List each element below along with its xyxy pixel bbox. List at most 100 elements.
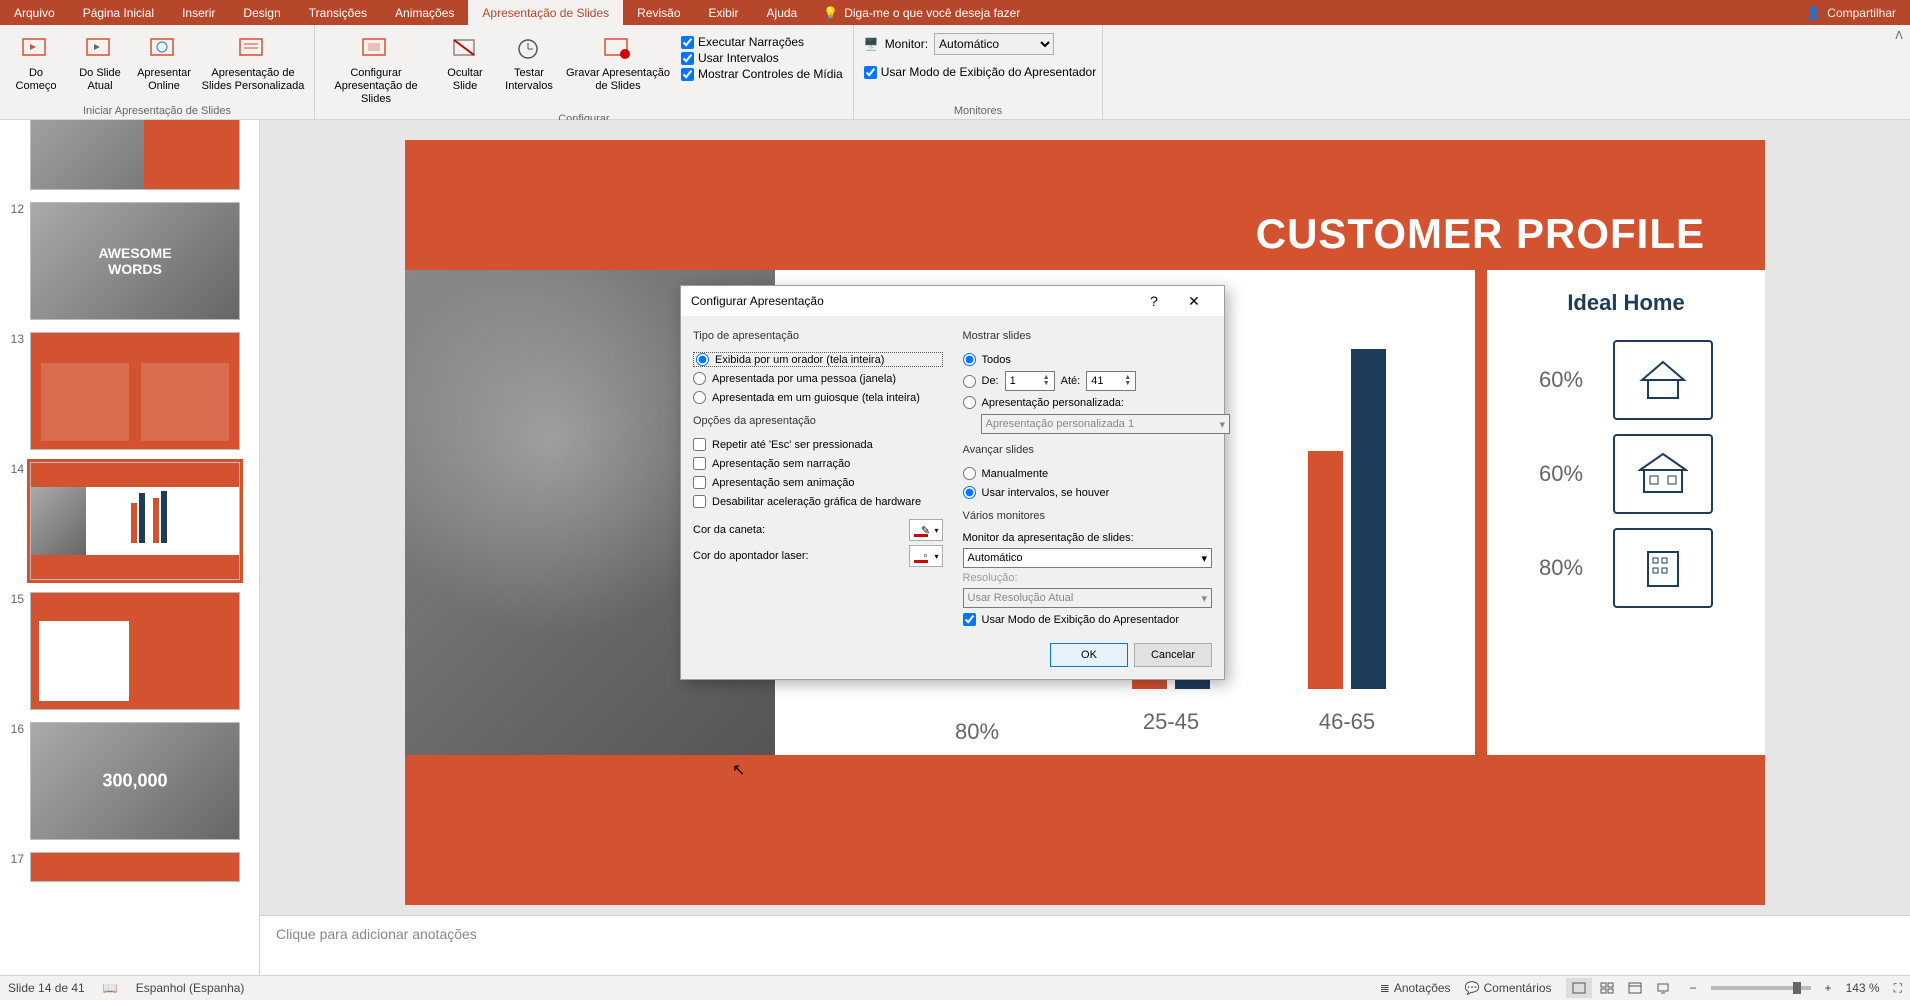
share-button[interactable]: 👤 Compartilhar: [1792, 6, 1910, 20]
comments-button[interactable]: 💬Comentários: [1465, 981, 1552, 995]
thumbnail[interactable]: AWESOME WORDS: [30, 202, 240, 320]
setup-slideshow-button[interactable]: Configurar Apresentação de Slides: [321, 29, 431, 111]
ok-button[interactable]: OK: [1050, 643, 1128, 667]
opt-speaker[interactable]: Exibida por um orador (tela inteira): [693, 352, 943, 367]
thumbnail-selected[interactable]: [30, 462, 240, 580]
language-button[interactable]: Espanhol (Espanha): [136, 981, 245, 995]
chk-noanimation[interactable]: Apresentação sem animação: [693, 475, 943, 490]
monitor-icon: 🖥️: [864, 37, 879, 51]
opt-manual[interactable]: Manualmente: [963, 466, 1213, 481]
checkbox[interactable]: [681, 36, 694, 49]
radio[interactable]: [963, 486, 976, 499]
tab-transitions[interactable]: Transições: [295, 0, 381, 25]
chk-loop[interactable]: Repetir até 'Esc' ser pressionada: [693, 437, 943, 452]
tab-file[interactable]: Arquivo: [0, 0, 69, 25]
chk-nonarration[interactable]: Apresentação sem narração: [693, 456, 943, 471]
pen-color-button[interactable]: ✎▾: [909, 519, 943, 541]
notes-button[interactable]: ≣Anotações: [1380, 981, 1451, 995]
zoom-value[interactable]: 143 %: [1846, 981, 1880, 995]
radio[interactable]: [963, 467, 976, 480]
tab-animations[interactable]: Animações: [381, 0, 468, 25]
tell-me-search[interactable]: 💡 Diga-me o que você deseja fazer: [811, 6, 1032, 20]
dialog-help-button[interactable]: ?: [1134, 287, 1174, 315]
tab-view[interactable]: Exibir: [695, 0, 753, 25]
play-current-icon: [84, 33, 116, 65]
thumbnail[interactable]: [30, 332, 240, 450]
thumb-11[interactable]: 11: [0, 120, 259, 196]
opt-individual[interactable]: Apresentada por uma pessoa (janela): [693, 371, 943, 386]
section-label: Opções da apresentação: [693, 415, 943, 427]
chk-media[interactable]: Mostrar Controles de Mídia: [681, 67, 843, 81]
from-current-button[interactable]: Do Slide Atual: [70, 29, 130, 97]
checkbox[interactable]: [864, 66, 877, 79]
checkbox[interactable]: [693, 495, 706, 508]
thumb-16[interactable]: 16 300,000: [0, 716, 259, 846]
zoom-out-button[interactable]: −: [1690, 981, 1697, 995]
opt-use-timings[interactable]: Usar intervalos, se houver: [963, 485, 1213, 500]
sorter-view-button[interactable]: [1594, 978, 1620, 998]
tab-slideshow[interactable]: Apresentação de Slides: [468, 0, 623, 25]
dialog-titlebar[interactable]: Configurar Apresentação ? ✕: [681, 286, 1224, 316]
slideshow-view-button[interactable]: [1650, 978, 1676, 998]
laser-color-button[interactable]: ◦▾: [909, 545, 943, 567]
present-online-button[interactable]: Apresentar Online: [134, 29, 194, 97]
thumbnail[interactable]: [30, 852, 240, 882]
record-button[interactable]: Gravar Apresentação de Slides: [563, 29, 673, 97]
from-spin[interactable]: 1▲▼: [1005, 371, 1055, 391]
radio[interactable]: [963, 396, 976, 409]
rehearse-button[interactable]: Testar Intervalos: [499, 29, 559, 97]
fit-to-window-button[interactable]: ⛶: [1894, 981, 1902, 996]
thumb-14[interactable]: 14: [0, 456, 259, 586]
radio[interactable]: [963, 375, 976, 388]
custom-slideshow-button[interactable]: Apresentação de Slides Personalizada: [198, 29, 308, 97]
thumbnail[interactable]: [30, 120, 240, 190]
cancel-button[interactable]: Cancelar: [1134, 643, 1212, 667]
radio[interactable]: [693, 391, 706, 404]
reading-view-button[interactable]: [1622, 978, 1648, 998]
tab-review[interactable]: Revisão: [623, 0, 694, 25]
zoom-slider[interactable]: [1711, 986, 1811, 990]
checkbox[interactable]: [681, 68, 694, 81]
thumbnail[interactable]: 300,000: [30, 722, 240, 840]
opt-from[interactable]: De:: [963, 374, 999, 389]
notes-pane[interactable]: Clique para adicionar anotações: [260, 915, 1910, 975]
monitor-combo[interactable]: Automático▾: [963, 548, 1213, 568]
chk-presenter-dialog[interactable]: Usar Modo de Exibição do Apresentador: [963, 612, 1213, 627]
thumb-12[interactable]: 12 AWESOME WORDS: [0, 196, 259, 326]
spellcheck-icon[interactable]: 📖: [103, 981, 118, 995]
checkbox[interactable]: [963, 613, 976, 626]
chk-hwaccel[interactable]: Desabilitar aceleração gráfica de hardwa…: [693, 494, 943, 509]
thumbnail[interactable]: [30, 592, 240, 710]
radio[interactable]: [696, 353, 709, 366]
chk-narrations[interactable]: Executar Narrações: [681, 35, 843, 49]
hide-slide-button[interactable]: Ocultar Slide: [435, 29, 495, 97]
thumb-17[interactable]: 17: [0, 846, 259, 888]
chk-presenter-view[interactable]: Usar Modo de Exibição do Apresentador: [860, 65, 1096, 79]
checkbox[interactable]: [681, 52, 694, 65]
tab-insert[interactable]: Inserir: [168, 0, 229, 25]
tab-home[interactable]: Página Inicial: [69, 0, 168, 25]
opt-kiosk[interactable]: Apresentada em um guiosque (tela inteira…: [693, 390, 943, 405]
collapse-ribbon-button[interactable]: ᐱ: [1888, 25, 1910, 119]
checkbox[interactable]: [693, 476, 706, 489]
thumb-13[interactable]: 13: [0, 326, 259, 456]
from-beginning-button[interactable]: Do Começo: [6, 29, 66, 97]
to-spin[interactable]: 41▲▼: [1086, 371, 1136, 391]
zoom-in-button[interactable]: +: [1825, 981, 1832, 995]
monitor-select[interactable]: Automático: [934, 33, 1054, 55]
label: Testar Intervalos: [501, 67, 557, 93]
thumb-15[interactable]: 15: [0, 586, 259, 716]
radio[interactable]: [693, 372, 706, 385]
tab-help[interactable]: Ajuda: [753, 0, 812, 25]
opt-custom-show[interactable]: Apresentação personalizada:: [963, 395, 1213, 410]
dialog-close-button[interactable]: ✕: [1174, 287, 1214, 315]
thumbnail-panel[interactable]: 11 12 AWESOME WORDS 13 14: [0, 120, 260, 975]
label: Apresentada por uma pessoa (janela): [712, 373, 896, 385]
checkbox[interactable]: [693, 457, 706, 470]
radio[interactable]: [963, 353, 976, 366]
checkbox[interactable]: [693, 438, 706, 451]
normal-view-button[interactable]: [1566, 978, 1592, 998]
opt-all-slides[interactable]: Todos: [963, 352, 1213, 367]
tab-design[interactable]: Design: [229, 0, 294, 25]
chk-timings[interactable]: Usar Intervalos: [681, 51, 843, 65]
